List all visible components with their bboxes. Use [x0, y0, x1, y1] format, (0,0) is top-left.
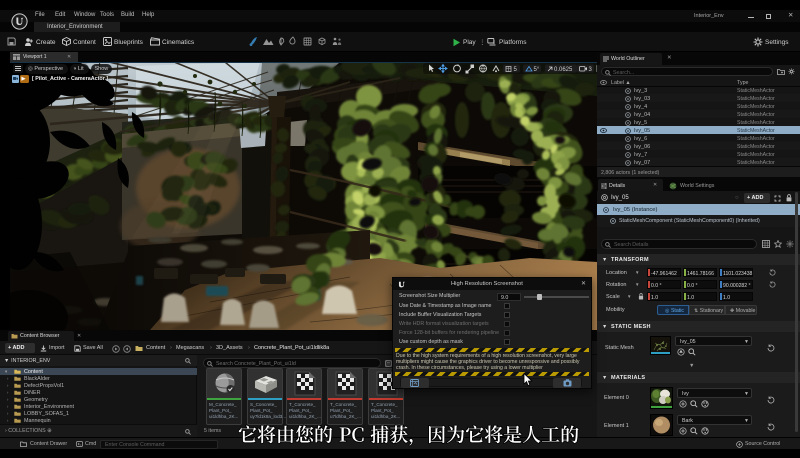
svg-text:5°: 5°	[534, 67, 540, 73]
svg-text:0.0625: 0.0625	[554, 67, 573, 73]
